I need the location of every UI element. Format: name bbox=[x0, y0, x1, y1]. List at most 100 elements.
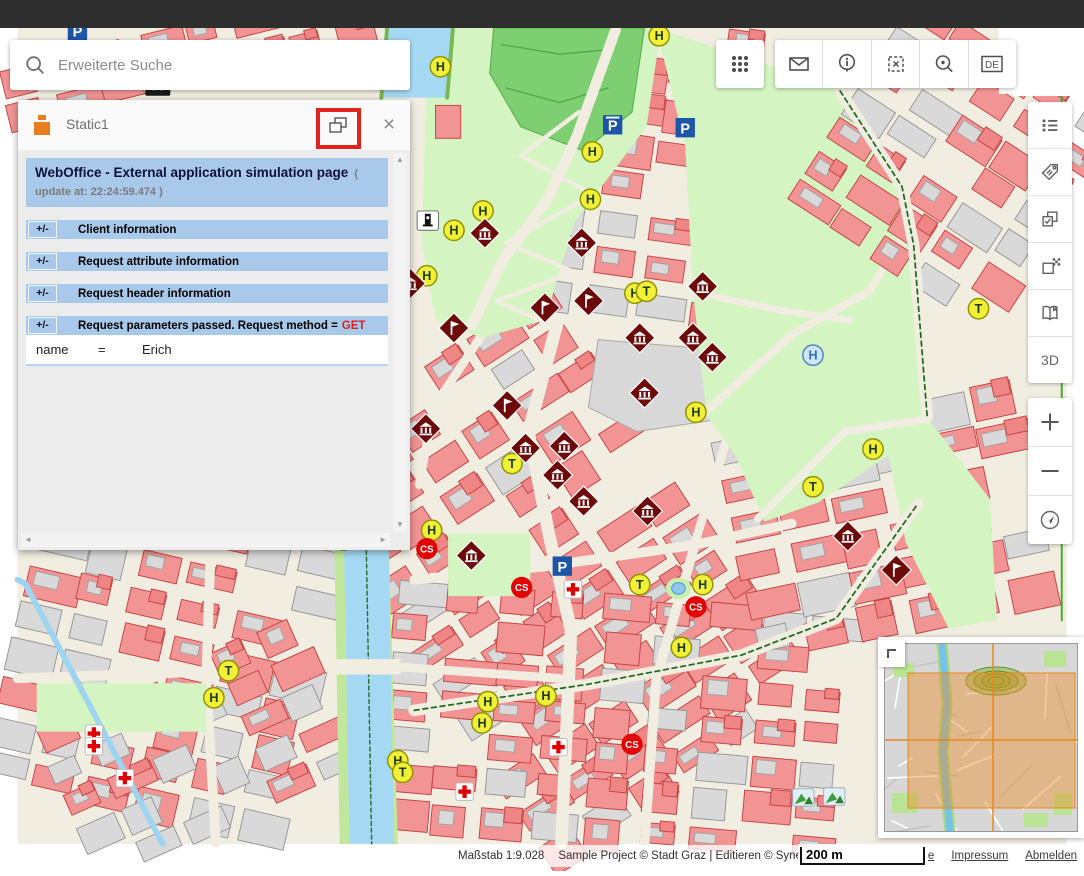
section-client-info: +/- Client information bbox=[26, 220, 388, 239]
svg-text:H: H bbox=[868, 442, 877, 456]
svg-text:H: H bbox=[449, 224, 458, 238]
bus-stop-marker[interactable]: H bbox=[536, 686, 556, 706]
toggle-button[interactable]: +/- bbox=[28, 285, 57, 302]
language-button[interactable]: DE bbox=[968, 40, 1016, 88]
search-box[interactable] bbox=[10, 40, 410, 90]
parking-marker[interactable]: P bbox=[68, 28, 87, 41]
svg-text:H: H bbox=[483, 695, 492, 709]
section-request-attributes: +/- Request attribute information bbox=[26, 252, 388, 271]
toggle-button[interactable]: +/- bbox=[28, 221, 57, 238]
geolocate-button[interactable] bbox=[1028, 495, 1072, 544]
apps-menu-button[interactable] bbox=[716, 40, 764, 88]
vertical-scrollbar[interactable]: ▲ ▼ bbox=[393, 153, 407, 532]
panel-title: Static1 bbox=[66, 116, 109, 132]
tram-stop-marker[interactable]: T bbox=[392, 762, 412, 782]
select-region-icon bbox=[884, 52, 908, 76]
bus-stop-marker[interactable]: H bbox=[580, 189, 600, 209]
svg-text:P: P bbox=[73, 28, 83, 41]
parking-marker[interactable]: P bbox=[676, 118, 695, 137]
svg-text:H: H bbox=[677, 641, 686, 655]
info-pin-icon bbox=[835, 52, 859, 76]
status-bar: Maßstab 1:9.028 Sample Project © Stadt G… bbox=[452, 845, 1084, 867]
bus-stop-marker[interactable]: H bbox=[473, 201, 493, 221]
bus-stop-marker[interactable]: H bbox=[204, 688, 224, 708]
svg-text:H: H bbox=[586, 193, 595, 207]
svg-text:CS: CS bbox=[625, 740, 639, 751]
svg-text:T: T bbox=[399, 766, 407, 780]
toolbar-corner-panel bbox=[1014, 28, 1084, 96]
labels-button[interactable] bbox=[1028, 148, 1072, 195]
carsharing-marker[interactable]: CS bbox=[416, 538, 437, 559]
legend-button[interactable] bbox=[1028, 102, 1072, 148]
scroll-up-arrow[interactable]: ▲ bbox=[396, 156, 404, 164]
bus-stop-marker[interactable]: H bbox=[430, 57, 450, 77]
tram-stop-marker[interactable]: T bbox=[803, 477, 823, 497]
bus-stop-marker[interactable]: H bbox=[863, 439, 883, 459]
svg-text:H: H bbox=[477, 716, 486, 730]
tram-stop-marker[interactable]: T bbox=[218, 660, 238, 680]
weboffice-app: HHHHHHHHHHHHHHHHHHHTTTTTTTPPPPCSCSCSCSH … bbox=[0, 0, 1084, 871]
bus-stop-marker[interactable]: H bbox=[693, 574, 713, 594]
bus-stop-marker[interactable]: H bbox=[422, 520, 442, 540]
overview-map-canvas[interactable] bbox=[884, 643, 1078, 832]
scroll-right-arrow[interactable]: ► bbox=[379, 536, 387, 544]
scroll-left-arrow[interactable]: ◄ bbox=[24, 536, 32, 544]
toggle-button[interactable]: +/- bbox=[28, 253, 57, 270]
svg-text:T: T bbox=[636, 578, 644, 592]
toggle-button[interactable]: +/- bbox=[28, 317, 57, 334]
map-book-button[interactable] bbox=[1028, 289, 1072, 336]
tram-stop-marker[interactable]: T bbox=[968, 299, 988, 319]
carsharing-marker[interactable]: CS bbox=[511, 577, 532, 598]
bus-stop-marker[interactable]: H bbox=[671, 637, 691, 657]
static1-panel-header: Static1 × bbox=[18, 100, 410, 150]
svg-text:P: P bbox=[608, 119, 618, 135]
overview-map[interactable] bbox=[878, 637, 1084, 838]
parking-marker[interactable]: P bbox=[553, 556, 572, 575]
zoom-in-button[interactable] bbox=[1028, 398, 1072, 446]
bus-stop-marker[interactable]: H bbox=[582, 142, 602, 162]
transparency-button[interactable] bbox=[1028, 242, 1072, 289]
clear-selection-button[interactable] bbox=[871, 40, 919, 88]
photo-marker[interactable] bbox=[793, 789, 814, 806]
transparency-icon bbox=[1039, 255, 1061, 277]
bus-stop-marker[interactable]: H bbox=[478, 691, 498, 711]
horizontal-scrollbar[interactable]: ◄ ► bbox=[21, 533, 390, 547]
map-toolbar: DE bbox=[775, 40, 1016, 88]
svg-text:T: T bbox=[508, 457, 516, 471]
parking-marker[interactable]: P bbox=[603, 115, 622, 134]
send-mail-button[interactable] bbox=[775, 40, 822, 88]
select-layers-button[interactable] bbox=[1028, 195, 1072, 242]
pharmacy-marker[interactable] bbox=[85, 737, 102, 754]
svg-text:H: H bbox=[691, 406, 700, 420]
zoom-point-button[interactable] bbox=[919, 40, 967, 88]
view-3d-button[interactable]: 3D bbox=[1028, 336, 1072, 383]
request-method-value: GET bbox=[342, 320, 366, 332]
close-panel-button[interactable]: × bbox=[376, 112, 402, 138]
clocktower-marker[interactable] bbox=[417, 211, 438, 230]
overview-collapse-button[interactable] bbox=[878, 640, 905, 667]
tram-stop-marker[interactable]: T bbox=[636, 281, 656, 301]
photo-marker[interactable] bbox=[824, 788, 845, 805]
pharmacy-marker[interactable] bbox=[564, 581, 581, 598]
zoom-out-button[interactable] bbox=[1028, 446, 1072, 495]
tram-stop-marker[interactable]: T bbox=[630, 574, 650, 594]
logout-link[interactable]: Abmelden bbox=[1025, 850, 1077, 862]
pharmacy-marker[interactable] bbox=[550, 738, 567, 755]
scale-bar: 200 m bbox=[798, 844, 928, 867]
pharmacy-marker[interactable] bbox=[116, 769, 133, 786]
svg-text:CS: CS bbox=[689, 602, 703, 613]
identify-button[interactable] bbox=[822, 40, 870, 88]
bus-stop-marker[interactable]: H bbox=[686, 402, 706, 422]
scroll-down-arrow[interactable]: ▼ bbox=[396, 521, 404, 529]
bus-stop-marker[interactable]: H bbox=[444, 220, 464, 240]
carsharing-marker[interactable]: CS bbox=[621, 734, 642, 755]
search-input[interactable] bbox=[56, 56, 360, 75]
carsharing-marker[interactable]: CS bbox=[685, 596, 706, 617]
pharmacy-marker[interactable] bbox=[456, 783, 473, 800]
param-equals: = bbox=[98, 342, 142, 357]
bus-stop-marker[interactable]: H bbox=[649, 28, 669, 46]
imprint-link[interactable]: Impressum bbox=[951, 850, 1008, 862]
param-row: name = Erich bbox=[26, 335, 388, 366]
bus-stop-marker[interactable]: H bbox=[472, 713, 492, 733]
hospital-marker[interactable]: H bbox=[803, 345, 823, 365]
